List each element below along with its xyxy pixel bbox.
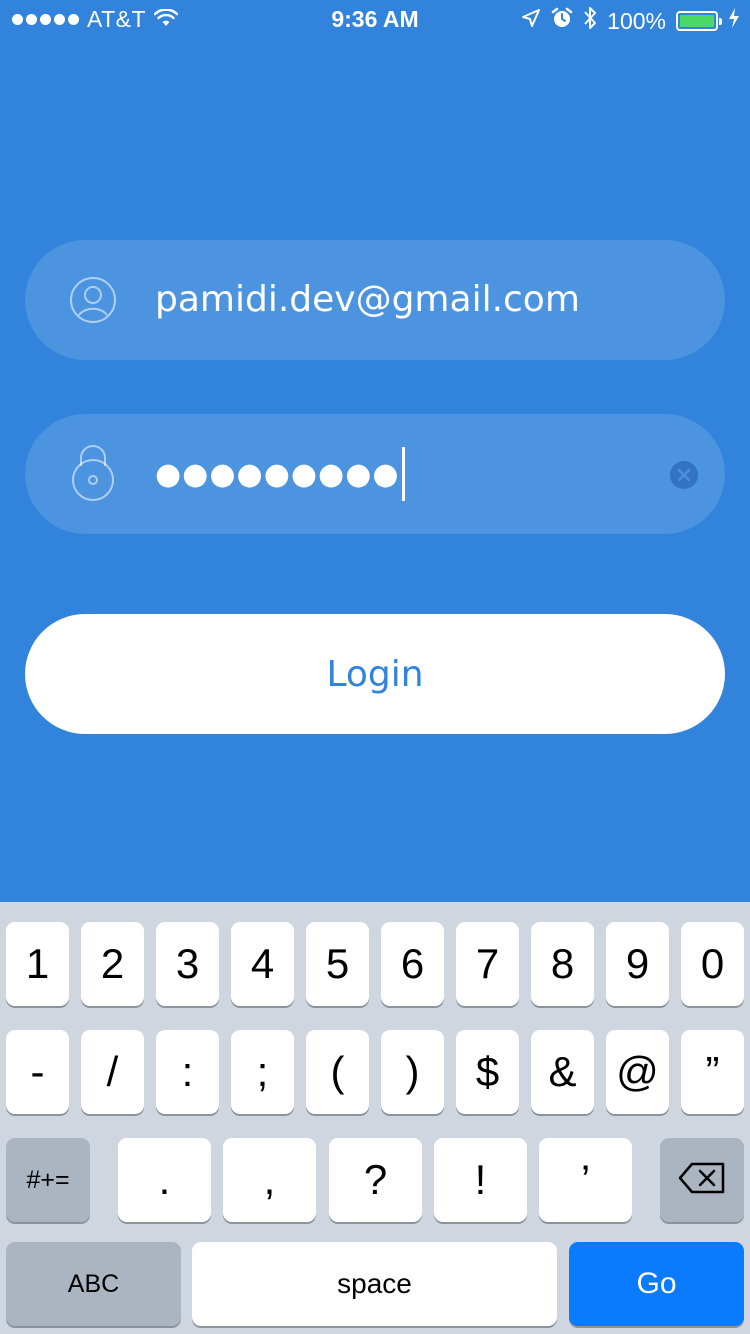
key-6[interactable]: 6	[381, 922, 444, 1006]
key-apostrophe[interactable]: ’	[539, 1138, 632, 1222]
password-masked-value: ●●●●●●●●●	[155, 456, 400, 492]
key-semicolon[interactable]: ;	[231, 1030, 294, 1114]
battery-icon	[676, 11, 722, 31]
password-field[interactable]: ●●●●●●●●●	[25, 414, 725, 534]
password-input[interactable]: ●●●●●●●●●	[155, 414, 405, 534]
email-value[interactable]: pamidi.dev@gmail.com	[155, 240, 580, 360]
key-period[interactable]: .	[118, 1138, 211, 1222]
keyboard-row-symbols: - / : ; ( ) $ & @ ”	[0, 1030, 750, 1116]
key-more-symbols[interactable]: #+=	[6, 1138, 90, 1222]
battery-percent: 100%	[607, 7, 666, 34]
key-7[interactable]: 7	[456, 922, 519, 1006]
key-exclamation[interactable]: !	[434, 1138, 527, 1222]
charging-icon	[728, 8, 740, 34]
keyboard-row-numbers: 1 2 3 4 5 6 7 8 9 0	[0, 922, 750, 1008]
key-8[interactable]: 8	[531, 922, 594, 1006]
status-bar: AT&T 9:36 AM 100%	[0, 0, 750, 40]
key-5[interactable]: 5	[306, 922, 369, 1006]
key-3[interactable]: 3	[156, 922, 219, 1006]
key-close-paren[interactable]: )	[381, 1030, 444, 1114]
lock-icon	[69, 442, 117, 502]
key-1[interactable]: 1	[6, 922, 69, 1006]
key-0[interactable]: 0	[681, 922, 744, 1006]
email-field[interactable]: pamidi.dev@gmail.com	[25, 240, 725, 360]
bluetooth-icon	[583, 6, 597, 36]
key-space[interactable]: space	[192, 1242, 557, 1326]
backspace-icon	[678, 1156, 726, 1204]
key-question[interactable]: ?	[329, 1138, 422, 1222]
login-button[interactable]: Login	[25, 614, 725, 734]
key-ampersand[interactable]: &	[531, 1030, 594, 1114]
key-colon[interactable]: :	[156, 1030, 219, 1114]
location-arrow-icon	[521, 8, 541, 34]
key-at[interactable]: @	[606, 1030, 669, 1114]
numeric-keyboard: 1 2 3 4 5 6 7 8 9 0 - / : ; ( ) $ & @ ” …	[0, 902, 750, 1334]
user-icon	[69, 276, 117, 324]
key-9[interactable]: 9	[606, 922, 669, 1006]
key-open-paren[interactable]: (	[306, 1030, 369, 1114]
keyboard-row-bottom: ABC space Go	[0, 1242, 750, 1328]
key-abc[interactable]: ABC	[6, 1242, 181, 1326]
battery-fill	[680, 15, 714, 27]
keyboard-row-punctuation: #+= . , ? ! ’	[0, 1138, 750, 1224]
text-caret	[401, 447, 405, 501]
key-dollar[interactable]: $	[456, 1030, 519, 1114]
key-4[interactable]: 4	[231, 922, 294, 1006]
status-right: 100%	[511, 6, 740, 36]
key-comma[interactable]: ,	[223, 1138, 316, 1222]
key-slash[interactable]: /	[81, 1030, 144, 1114]
alarm-icon	[551, 7, 573, 35]
delete-key[interactable]	[660, 1138, 744, 1222]
key-go[interactable]: Go	[569, 1242, 744, 1326]
key-hyphen[interactable]: -	[6, 1030, 69, 1114]
clear-icon[interactable]	[670, 461, 698, 489]
key-2[interactable]: 2	[81, 922, 144, 1006]
key-quote[interactable]: ”	[681, 1030, 744, 1114]
